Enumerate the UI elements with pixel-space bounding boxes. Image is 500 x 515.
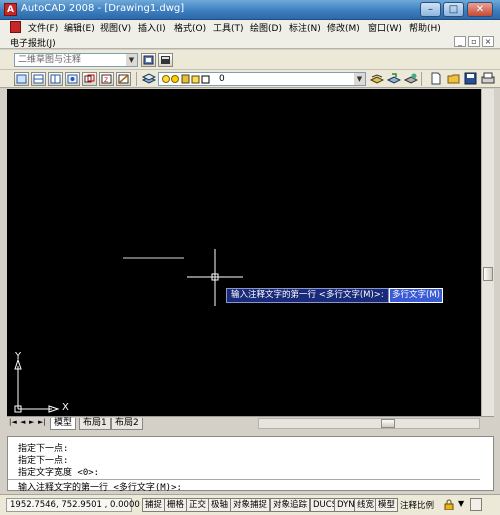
layers-toolbar: Z 0 ▼ [0,70,500,88]
layer-dropdown[interactable]: 0 ▼ [158,72,366,86]
menu-bar: 文件(F) 编辑(E) 视图(V) 插入(I) 格式(O) 工具(T) 绘图(D… [0,20,500,35]
layer-states-icon[interactable] [403,72,419,86]
menu-format[interactable]: 格式(O) [174,21,206,34]
menu-insert[interactable]: 插入(I) [138,21,166,34]
polar-toggle[interactable]: 极轴 [208,498,232,512]
annotation-scale-label[interactable]: 注释比例 [400,499,434,511]
menu-dimension[interactable]: 标注(N) [289,21,321,34]
ucs-x-label: X [62,402,69,413]
window-title: AutoCAD 2008 - [Drawing1.dwg] [21,3,185,14]
horizontal-scrollbar[interactable] [258,418,480,429]
menu-file[interactable]: 文件(F) [28,21,58,34]
make-current-layer-icon[interactable] [369,72,385,86]
menu-draw[interactable]: 绘图(D) [250,21,282,34]
otrack-toggle[interactable]: 对象追踪 [270,498,311,512]
toolbar-separator [136,72,137,86]
close-button[interactable]: ✕ [467,2,493,17]
clip-viewport-icon[interactable] [82,72,97,86]
tab-layout2[interactable]: 布局2 [111,418,143,430]
tab-model[interactable]: 模型 [50,418,77,430]
minimize-button[interactable]: – [420,2,441,17]
ortho-toggle[interactable]: 正交 [186,498,210,512]
tab-prev-button[interactable]: ◄ [20,418,25,426]
open-file-icon[interactable] [446,72,461,86]
horizontal-scrollbar-thumb[interactable] [381,419,395,428]
dynamic-input-prompt: 输入注释文字的第一行 <多行文字(M)>: [226,288,389,303]
clean-screen-icon[interactable] [470,498,482,511]
svg-text:Z: Z [104,77,108,84]
polygonal-viewport-icon[interactable] [48,72,63,86]
model-toggle[interactable]: 模型 [375,498,399,512]
menu-help[interactable]: 帮助(H) [409,21,441,34]
coordinate-readout[interactable]: 1952.7546, 752.9501 , 0.0000 [6,498,140,512]
new-file-icon[interactable] [428,72,443,86]
menu-bar-second-row: 电子报批(J) _ ▫ × [0,35,500,49]
workspace-dropdown[interactable]: 二维草图与注释 ▼ [14,53,138,67]
edit-tool-icon[interactable] [116,72,131,86]
grid-toggle[interactable]: 栅格 [164,498,188,512]
single-viewport-icon[interactable] [31,72,46,86]
layer-dropdown-value: 0 [219,74,225,84]
layer-manager-icon[interactable] [141,72,157,86]
command-window[interactable]: 指定下一点: 指定下一点: 指定文字宽度 <0>: 输入注释文字的第一行 <多行… [7,436,494,493]
menu-view[interactable]: 视图(V) [100,21,131,34]
ucs-y-label: Y [15,351,22,362]
osnap-toggle[interactable]: 对象捕捉 [230,498,271,512]
layer-state-icons [162,74,210,84]
document-close-button[interactable]: × [482,36,494,47]
drawing-geometry [14,249,243,413]
dynamic-input-field[interactable]: 多行文字(M) [389,288,443,303]
status-bar: 1952.7546, 752.9501 , 0.0000 捕捉 栅格 正交 极轴… [0,494,500,515]
drawing-canvas[interactable]: Y X 输入注释文字的第一行 <多行文字(M)>: 多行文字(M) [7,89,481,416]
lock-icon[interactable] [443,499,455,511]
status-menu-chevron-icon[interactable]: ▼ [458,499,464,508]
document-minimize-button[interactable]: _ [454,36,466,47]
tab-first-button[interactable]: |◄ [9,418,17,426]
toolbar-separator [421,72,422,86]
menu-modify[interactable]: 修改(M) [327,21,360,34]
lineweight-toggle[interactable]: 线宽 [354,498,378,512]
menu-window[interactable]: 窗口(W) [368,21,402,34]
command-history-line: 指定文字宽度 <0>: [18,468,100,478]
save-icon[interactable] [463,72,478,86]
document-restore-button[interactable]: ▫ [468,36,480,47]
workspace-toolbar: 二维草图与注释 ▼ [0,50,500,70]
maximize-button[interactable]: □ [443,2,464,17]
autocad-app-icon[interactable]: A [4,3,17,16]
tab-last-button[interactable]: ►| [38,418,46,426]
layer-previous-icon[interactable] [386,72,402,86]
title-bar: A AutoCAD 2008 - [Drawing1.dwg] – □ ✕ [0,0,500,20]
menu-edit[interactable]: 编辑(E) [64,21,95,34]
viewport-icon[interactable] [14,72,29,86]
my-workspace-icon[interactable] [158,53,173,67]
tab-layout1[interactable]: 布局1 [79,418,111,430]
workspace-settings-icon[interactable] [141,53,156,67]
menu-e-approval[interactable]: 电子报批(J) [10,36,56,49]
chevron-down-icon: ▼ [354,73,365,85]
vertical-scrollbar[interactable] [481,89,494,416]
menu-tools[interactable]: 工具(T) [213,21,244,34]
vertical-scrollbar-thumb[interactable] [483,267,493,281]
command-line[interactable]: 输入注释文字的第一行 <多行文字(M)>: [8,479,480,493]
viewport-scale-icon[interactable]: Z [99,72,114,86]
convert-viewport-icon[interactable] [65,72,80,86]
chevron-down-icon: ▼ [126,54,137,66]
snap-toggle[interactable]: 捕捉 [142,498,166,512]
workspace-dropdown-value: 二维草图与注释 [18,55,82,65]
plot-icon[interactable] [480,72,495,86]
command-prompt: 输入注释文字的第一行 <多行文字(M)>: [18,483,182,493]
tab-next-button[interactable]: ► [29,418,34,426]
document-icon[interactable] [10,21,21,33]
